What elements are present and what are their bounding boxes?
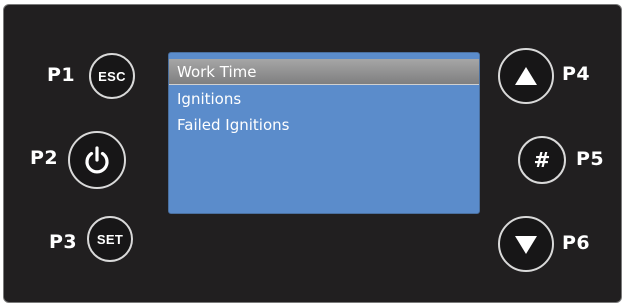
p6-label: P6 bbox=[562, 232, 591, 254]
up-button[interactable] bbox=[498, 48, 554, 104]
down-button[interactable] bbox=[498, 216, 554, 272]
hash-button[interactable]: # bbox=[518, 136, 566, 184]
menu-item-work-time[interactable]: Work Time bbox=[169, 59, 479, 85]
p1-label: P1 bbox=[47, 64, 76, 86]
hash-button-label: # bbox=[533, 148, 551, 172]
triangle-up-icon bbox=[515, 67, 537, 85]
power-icon bbox=[85, 146, 109, 174]
p5-label: P5 bbox=[576, 148, 605, 170]
triangle-down-icon bbox=[515, 236, 537, 254]
set-button[interactable]: SET bbox=[87, 216, 133, 262]
control-panel: P1 P2 P3 ESC SET Work Time Ignitions Fai… bbox=[3, 4, 622, 303]
menu-item-ignitions[interactable]: Ignitions bbox=[169, 86, 479, 112]
p4-label: P4 bbox=[562, 63, 591, 85]
p3-label: P3 bbox=[49, 231, 78, 253]
p2-label: P2 bbox=[30, 147, 59, 169]
lcd-screen: Work Time Ignitions Failed Ignitions bbox=[168, 52, 480, 214]
menu-item-failed-ignitions[interactable]: Failed Ignitions bbox=[169, 112, 479, 138]
power-button[interactable] bbox=[68, 131, 126, 189]
set-button-label: SET bbox=[96, 231, 124, 247]
esc-button[interactable]: ESC bbox=[89, 53, 135, 99]
esc-button-label: ESC bbox=[98, 68, 126, 84]
